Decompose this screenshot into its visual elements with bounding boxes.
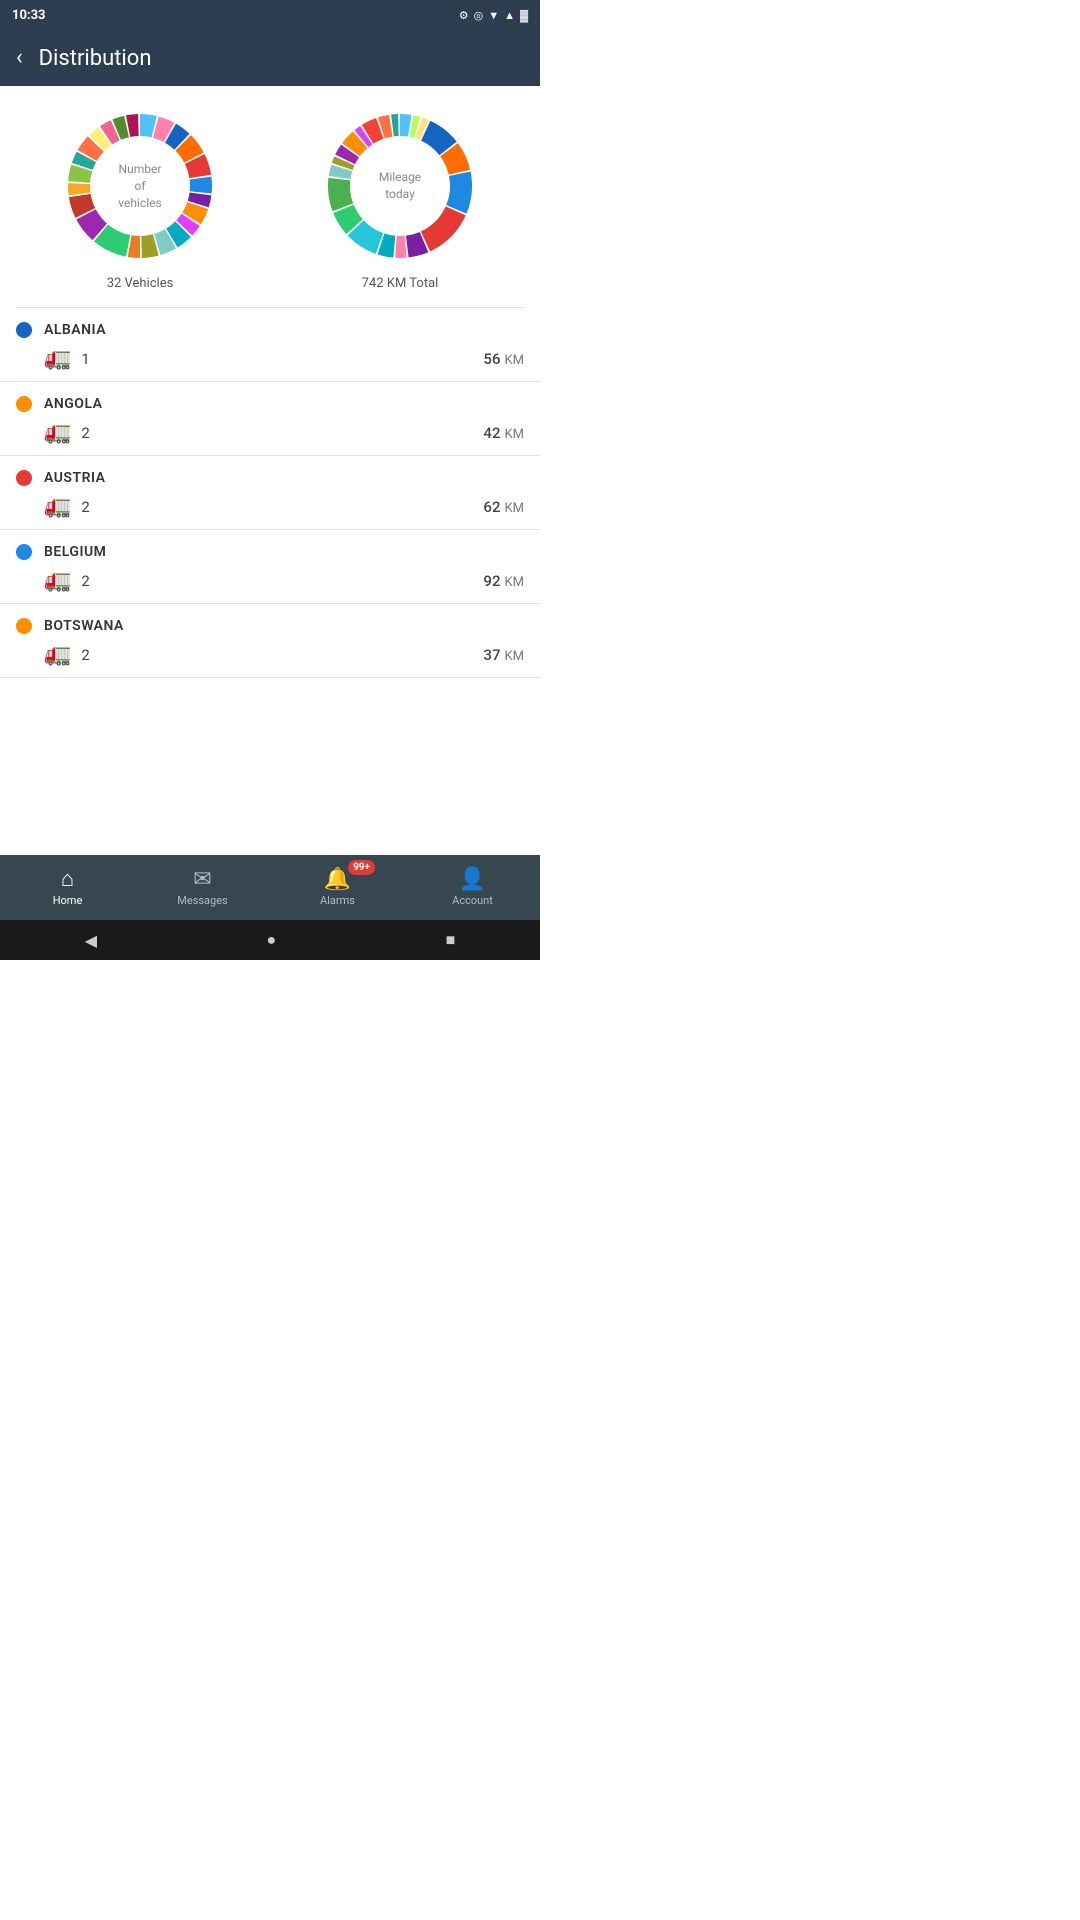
mileage-value: 42	[483, 424, 500, 442]
mileage-info: 92 KM	[483, 572, 524, 590]
vehicle-count: 2	[81, 646, 89, 664]
mileage-chart: Mileage today 742 KM Total	[320, 106, 480, 291]
nav-messages-label: Messages	[177, 894, 227, 907]
country-color-dot	[16, 322, 32, 338]
country-header: BOTSWANA	[16, 618, 524, 634]
vehicles-donut: Number of vehicles	[60, 106, 220, 266]
mileage-unit: KM	[504, 575, 524, 590]
vehicles-center-label: Number of vehicles	[118, 161, 161, 211]
nav-account-label: Account	[452, 894, 493, 907]
status-time: 10:33	[12, 8, 46, 23]
messages-icon: ✉	[193, 869, 211, 891]
mileage-center-label: Mileage today	[379, 169, 421, 203]
vehicles-chart: Number of vehicles 32 Vehicles	[60, 106, 220, 291]
nav-alarms-label: Alarms	[320, 894, 355, 907]
vehicles-total-label: 32 Vehicles	[107, 276, 174, 291]
battery-icon: ▓	[520, 9, 528, 22]
country-color-dot	[16, 544, 32, 560]
mileage-unit: KM	[504, 501, 524, 516]
truck-icon: 🚛	[44, 494, 71, 519]
country-detail-left: 🚛 2	[44, 494, 90, 519]
main-content: Number of vehicles 32 Vehicles Mileage t…	[0, 86, 540, 855]
mileage-info: 56 KM	[483, 350, 524, 368]
country-name: BOTSWANA	[44, 618, 124, 634]
country-detail: 🚛 2 37 KM	[16, 642, 524, 667]
country-header: ALBANIA	[16, 322, 524, 338]
country-detail: 🚛 2 62 KM	[16, 494, 524, 519]
mileage-value: 92	[483, 572, 500, 590]
status-icons: ⚙ ◎ ▼ ▲ ▓	[459, 9, 528, 22]
country-color-dot	[16, 470, 32, 486]
wifi-icon: ▼	[488, 9, 499, 22]
signal-icon: ▲	[504, 9, 515, 22]
vehicle-count: 2	[81, 572, 89, 590]
mileage-info: 37 KM	[483, 646, 524, 664]
country-item[interactable]: BELGIUM 🚛 2 92 KM	[0, 530, 540, 604]
settings-icon: ⚙	[459, 9, 469, 22]
country-detail-left: 🚛 2	[44, 420, 90, 445]
bottom-nav: ⌂ Home ✉ Messages 99+ 🔔 Alarms 👤 Account	[0, 855, 540, 920]
country-item[interactable]: ALBANIA 🚛 1 56 KM	[0, 308, 540, 382]
sys-back-button[interactable]: ◀	[85, 931, 97, 950]
mileage-unit: KM	[504, 353, 524, 368]
mileage-unit: KM	[504, 427, 524, 442]
country-name: ALBANIA	[44, 322, 106, 338]
truck-icon: 🚛	[44, 642, 71, 667]
country-detail-left: 🚛 1	[44, 346, 90, 371]
nav-account[interactable]: 👤 Account	[405, 855, 540, 920]
scroll-content[interactable]: Number of vehicles 32 Vehicles Mileage t…	[0, 86, 540, 855]
mileage-donut: Mileage today	[320, 106, 480, 266]
country-name: BELGIUM	[44, 544, 106, 560]
mileage-total-label: 742 KM Total	[362, 276, 439, 291]
country-item[interactable]: ANGOLA 🚛 2 42 KM	[0, 382, 540, 456]
nav-home-label: Home	[53, 894, 83, 907]
charts-area: Number of vehicles 32 Vehicles Mileage t…	[0, 86, 540, 307]
mileage-value: 37	[483, 646, 500, 664]
status-bar: 10:33 ⚙ ◎ ▼ ▲ ▓	[0, 0, 540, 30]
country-detail-left: 🚛 2	[44, 568, 90, 593]
country-list: ALBANIA 🚛 1 56 KM ANGOLA 🚛 2	[0, 308, 540, 678]
mileage-info: 42 KM	[483, 424, 524, 442]
alarms-badge: 99+	[348, 860, 375, 875]
mileage-unit: KM	[504, 649, 524, 664]
truck-icon: 🚛	[44, 568, 71, 593]
country-detail: 🚛 2 92 KM	[16, 568, 524, 593]
sys-recent-button[interactable]: ■	[446, 930, 456, 950]
back-button[interactable]: ‹	[16, 47, 23, 69]
mileage-value: 62	[483, 498, 500, 516]
page-header: ‹ Distribution	[0, 30, 540, 86]
at-icon: ◎	[474, 9, 484, 22]
truck-icon: 🚛	[44, 420, 71, 445]
page-title: Distribution	[39, 46, 152, 71]
account-icon: 👤	[459, 869, 486, 891]
sys-home-button[interactable]: ●	[266, 930, 276, 950]
mileage-value: 56	[483, 350, 500, 368]
country-header: BELGIUM	[16, 544, 524, 560]
country-name: AUSTRIA	[44, 470, 105, 486]
vehicle-count: 2	[81, 498, 89, 516]
country-color-dot	[16, 396, 32, 412]
system-nav: ◀ ● ■	[0, 920, 540, 960]
vehicle-count: 1	[81, 350, 89, 368]
country-item[interactable]: AUSTRIA 🚛 2 62 KM	[0, 456, 540, 530]
country-detail: 🚛 2 42 KM	[16, 420, 524, 445]
mileage-info: 62 KM	[483, 498, 524, 516]
vehicle-count: 2	[81, 424, 89, 442]
nav-alarms[interactable]: 99+ 🔔 Alarms	[270, 855, 405, 920]
truck-icon: 🚛	[44, 346, 71, 371]
country-detail-left: 🚛 2	[44, 642, 90, 667]
country-name: ANGOLA	[44, 396, 103, 412]
country-detail: 🚛 1 56 KM	[16, 346, 524, 371]
country-header: AUSTRIA	[16, 470, 524, 486]
country-header: ANGOLA	[16, 396, 524, 412]
home-icon: ⌂	[61, 869, 74, 891]
country-item[interactable]: BOTSWANA 🚛 2 37 KM	[0, 604, 540, 678]
alarms-icon: 🔔	[324, 869, 351, 891]
nav-home[interactable]: ⌂ Home	[0, 855, 135, 920]
nav-messages[interactable]: ✉ Messages	[135, 855, 270, 920]
country-color-dot	[16, 618, 32, 634]
